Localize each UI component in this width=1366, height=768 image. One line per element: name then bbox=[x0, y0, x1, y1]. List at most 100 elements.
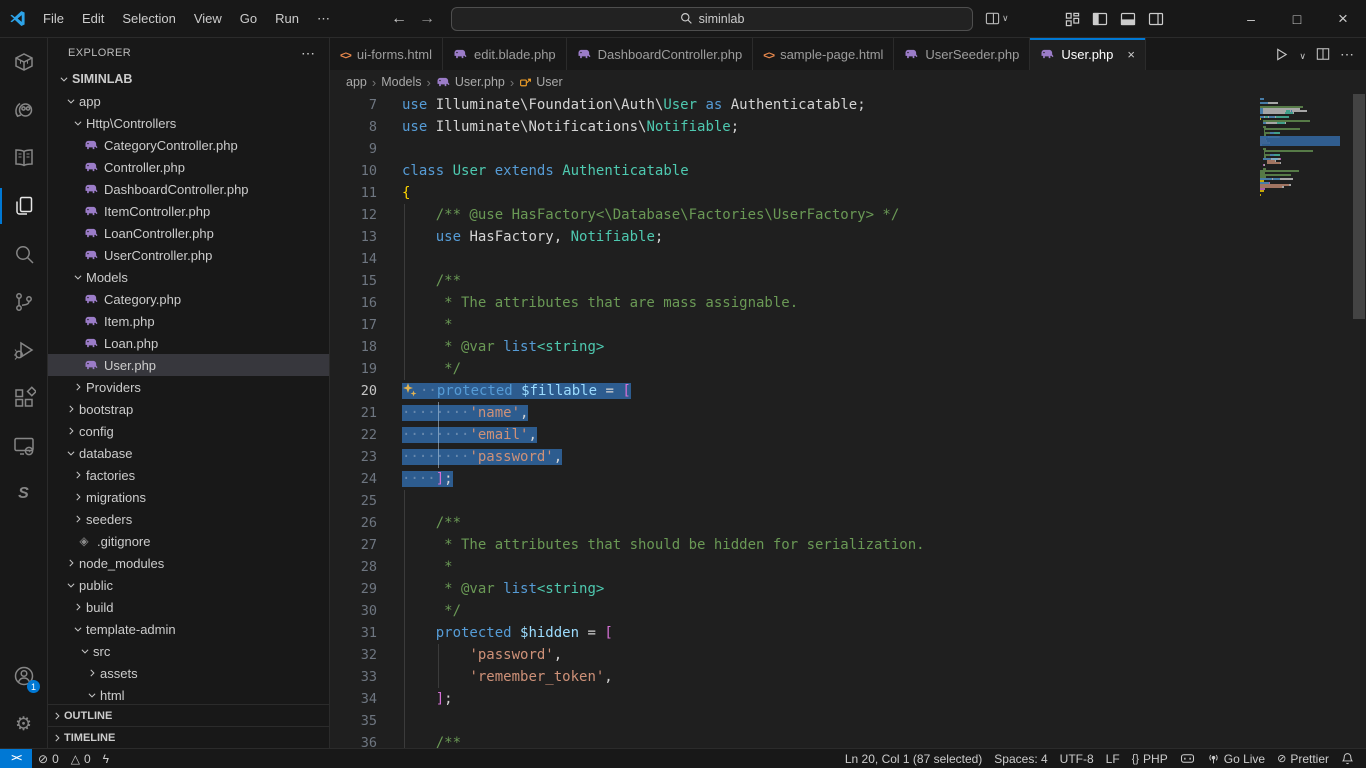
layout-control[interactable]: ∨ bbox=[985, 11, 1009, 26]
explorer-more-actions-icon[interactable]: ⋯ bbox=[301, 45, 315, 62]
tree-item-category.php[interactable]: Category.php bbox=[48, 288, 329, 310]
breadcrumb-models[interactable]: Models bbox=[381, 75, 421, 89]
code-line-31[interactable]: 31 protected $hidden = [ bbox=[330, 622, 1366, 644]
toggle-sidebar-icon[interactable] bbox=[1086, 5, 1114, 33]
menu-edit[interactable]: Edit bbox=[73, 0, 113, 38]
menu-view[interactable]: View bbox=[185, 0, 231, 38]
breadcrumb[interactable]: app›Models›User.php›User bbox=[330, 70, 1366, 94]
close-tab-icon[interactable]: × bbox=[1127, 47, 1135, 62]
tree-item-itemcontroller.php[interactable]: ItemController.php bbox=[48, 200, 329, 222]
status-notifications[interactable] bbox=[1335, 749, 1360, 768]
tree-item-template-admin[interactable]: template-admin bbox=[48, 618, 329, 640]
code-line-14[interactable]: 14 bbox=[330, 248, 1366, 270]
menu-selection[interactable]: Selection bbox=[113, 0, 184, 38]
live-preview-icon[interactable] bbox=[0, 422, 47, 470]
tree-item-item.php[interactable]: Item.php bbox=[48, 310, 329, 332]
tree-item-models[interactable]: Models bbox=[48, 266, 329, 288]
run-icon[interactable] bbox=[1274, 47, 1289, 62]
tree-item-assets[interactable]: assets bbox=[48, 662, 329, 684]
code-line-22[interactable]: 22········'email', bbox=[330, 424, 1366, 446]
code-line-30[interactable]: 30 */ bbox=[330, 600, 1366, 622]
chevron-down-icon[interactable]: ∨ bbox=[1299, 47, 1306, 62]
maximize-button[interactable]: □ bbox=[1274, 0, 1320, 38]
status-prettier[interactable]: ⊘Prettier bbox=[1271, 749, 1335, 768]
tree-item-loancontroller.php[interactable]: LoanController.php bbox=[48, 222, 329, 244]
code-line-11[interactable]: 11{ bbox=[330, 182, 1366, 204]
code-line-16[interactable]: 16 * The attributes that are mass assign… bbox=[330, 292, 1366, 314]
tree-item-build[interactable]: build bbox=[48, 596, 329, 618]
status-encoding[interactable]: UTF-8 bbox=[1054, 749, 1100, 768]
close-button[interactable]: × bbox=[1320, 0, 1366, 38]
menu-file[interactable]: File bbox=[34, 0, 73, 38]
status-go-live[interactable]: Go Live bbox=[1201, 749, 1271, 768]
tree-item-loan.php[interactable]: Loan.php bbox=[48, 332, 329, 354]
breadcrumb-user[interactable]: User bbox=[519, 75, 562, 89]
code-line-32[interactable]: 32 'password', bbox=[330, 644, 1366, 666]
code-line-13[interactable]: 13 use HasFactory, Notifiable; bbox=[330, 226, 1366, 248]
menu-run[interactable]: Run bbox=[266, 0, 308, 38]
code-line-25[interactable]: 25 bbox=[330, 490, 1366, 512]
tab-user-php[interactable]: User.php× bbox=[1030, 38, 1146, 70]
code-line-20[interactable]: 20··protected $fillable = [ bbox=[330, 380, 1366, 402]
container-icon[interactable] bbox=[0, 38, 47, 86]
code-line-18[interactable]: 18 * @var list<string> bbox=[330, 336, 1366, 358]
tree-item-src[interactable]: src bbox=[48, 640, 329, 662]
code-line-27[interactable]: 27 * The attributes that should be hidde… bbox=[330, 534, 1366, 556]
accounts-icon[interactable]: 1 bbox=[0, 652, 47, 700]
command-center-search[interactable]: siminlab bbox=[451, 7, 973, 31]
status-copilot[interactable] bbox=[1174, 749, 1201, 768]
code-line-29[interactable]: 29 * @var list<string> bbox=[330, 578, 1366, 600]
lightning-icon[interactable]: ϟ bbox=[97, 749, 115, 768]
tree-item-http-controllers[interactable]: Http\Controllers bbox=[48, 112, 329, 134]
tree-item-siminlab[interactable]: SIMINLAB bbox=[48, 68, 329, 90]
code-line-21[interactable]: 21········'name', bbox=[330, 402, 1366, 424]
tree-item-bootstrap[interactable]: bootstrap bbox=[48, 398, 329, 420]
code-line-17[interactable]: 17 * bbox=[330, 314, 1366, 336]
breadcrumb-user-php[interactable]: User.php bbox=[436, 75, 505, 89]
status-indentation[interactable]: Spaces: 4 bbox=[988, 749, 1053, 768]
tab-sample-page-html[interactable]: <>sample-page.html bbox=[753, 38, 894, 70]
code-line-33[interactable]: 33 'remember_token', bbox=[330, 666, 1366, 688]
tree-item-controller.php[interactable]: Controller.php bbox=[48, 156, 329, 178]
warning-icon[interactable]: △0 bbox=[65, 749, 97, 768]
book-icon[interactable] bbox=[0, 134, 47, 182]
extensions-icon[interactable] bbox=[0, 374, 47, 422]
run-debug-icon[interactable] bbox=[0, 326, 47, 374]
scrollbar-thumb[interactable] bbox=[1353, 94, 1365, 319]
scrollbar[interactable] bbox=[1352, 94, 1366, 748]
tree-item-user.php[interactable]: User.php bbox=[48, 354, 329, 376]
code-line-10[interactable]: 10class User extends Authenticatable bbox=[330, 160, 1366, 182]
breadcrumb-app[interactable]: app bbox=[346, 75, 367, 89]
code-editor[interactable]: 7use Illuminate\Foundation\Auth\User as … bbox=[330, 94, 1366, 748]
minimize-button[interactable]: – bbox=[1228, 0, 1274, 38]
toggle-panel-icon[interactable] bbox=[1114, 5, 1142, 33]
tree-item-node-modules[interactable]: node_modules bbox=[48, 552, 329, 574]
section-timeline[interactable]: TIMELINE bbox=[48, 726, 329, 748]
tab-edit-blade-php[interactable]: edit.blade.php bbox=[443, 38, 567, 70]
search-icon[interactable] bbox=[0, 230, 47, 278]
code-line-12[interactable]: 12 /** @use HasFactory<\Database\Factori… bbox=[330, 204, 1366, 226]
customize-layout-icon[interactable] bbox=[1058, 5, 1086, 33]
toggle-secondary-sidebar-icon[interactable] bbox=[1142, 5, 1170, 33]
tree-item-providers[interactable]: Providers bbox=[48, 376, 329, 398]
tab-dashboardcontroller-php[interactable]: DashboardController.php bbox=[567, 38, 754, 70]
tree-item-usercontroller.php[interactable]: UserController.php bbox=[48, 244, 329, 266]
code-line-23[interactable]: 23········'password', bbox=[330, 446, 1366, 468]
settings-gear-icon[interactable]: ⚙ bbox=[0, 700, 47, 748]
s-logo-icon[interactable]: S bbox=[0, 470, 47, 518]
tree-item-config[interactable]: config bbox=[48, 420, 329, 442]
code-line-9[interactable]: 9 bbox=[330, 138, 1366, 160]
error-icon[interactable]: ⊘0 bbox=[32, 749, 65, 768]
tree-item-app[interactable]: app bbox=[48, 90, 329, 112]
explorer-files-icon[interactable] bbox=[0, 182, 47, 230]
section-outline[interactable]: OUTLINE bbox=[48, 704, 329, 726]
code-line-36[interactable]: 36 /** bbox=[330, 732, 1366, 748]
code-line-34[interactable]: 34 ]; bbox=[330, 688, 1366, 710]
status-eol[interactable]: LF bbox=[1100, 749, 1126, 768]
tree-item-factories[interactable]: factories bbox=[48, 464, 329, 486]
monkey-refresh-icon[interactable] bbox=[0, 86, 47, 134]
remote-indicator[interactable]: >< bbox=[0, 749, 32, 768]
status-cursor-position[interactable]: Ln 20, Col 1 (87 selected) bbox=[839, 749, 988, 768]
menu-[interactable]: ⋯ bbox=[308, 0, 339, 38]
tree-item-categorycontroller.php[interactable]: CategoryController.php bbox=[48, 134, 329, 156]
